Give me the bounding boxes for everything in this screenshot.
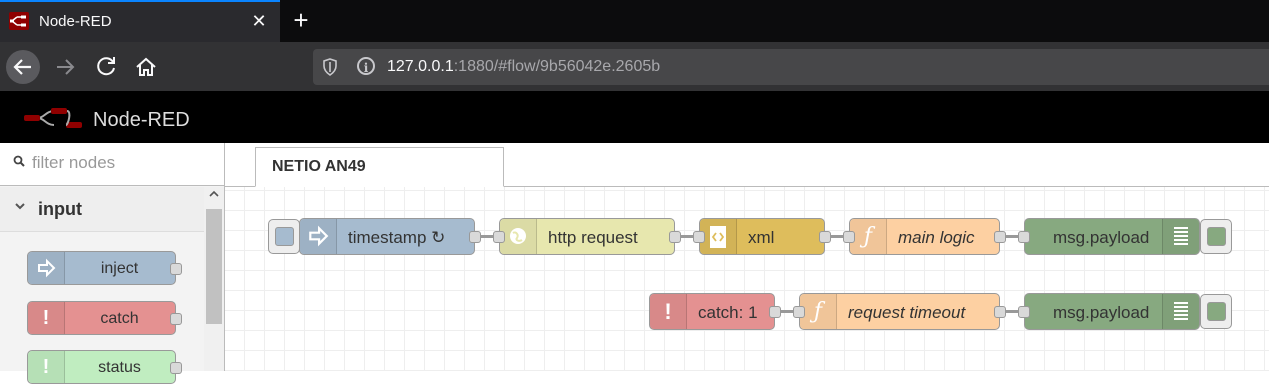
back-icon[interactable] — [6, 50, 40, 84]
node-main-logic[interactable]: ƒ main logic — [843, 218, 1006, 255]
node-red-logo-icon — [24, 108, 82, 128]
tab-netio-an49[interactable]: NETIO AN49 — [255, 147, 504, 187]
workspace-tabs: NETIO AN49 — [225, 143, 1269, 187]
filter-nodes-input[interactable] — [32, 153, 212, 173]
debug-toggle-inner — [1207, 302, 1226, 321]
arrow-in-icon — [300, 219, 337, 254]
chevron-down-icon — [14, 199, 26, 215]
tab-title: Node-RED — [39, 13, 112, 30]
input-port[interactable] — [1018, 306, 1030, 318]
forward-icon[interactable] — [49, 50, 83, 84]
exclamation-icon: ! — [28, 351, 65, 383]
node-catch[interactable]: ! catch: 1 — [649, 293, 781, 330]
node-red-header: Node-RED — [0, 91, 1269, 143]
palette-node-inject[interactable]: inject — [27, 251, 182, 285]
debug-list-icon — [1162, 294, 1199, 329]
arrow-in-icon — [28, 252, 65, 284]
output-port — [170, 362, 182, 374]
exclamation-icon: ! — [28, 302, 65, 334]
node-label: request timeout — [848, 303, 966, 322]
new-tab-icon[interactable]: + — [289, 6, 313, 34]
palette-node-label: catch — [100, 310, 139, 327]
url-text[interactable]: 127.0.0.1:1880/#flow/9b56042e.2605b — [387, 58, 660, 76]
xml-icon — [700, 219, 737, 254]
debug-list-icon — [1162, 219, 1199, 254]
output-port[interactable] — [769, 306, 781, 318]
reload-icon[interactable] — [89, 50, 123, 84]
node-palette: input inject ! catch ! status — [0, 143, 225, 384]
node-request-timeout[interactable]: ƒ request timeout — [793, 293, 1006, 330]
input-port[interactable] — [843, 231, 855, 243]
input-port[interactable] — [493, 231, 505, 243]
node-label: msg.payload — [1053, 303, 1150, 322]
palette-node-label: status — [98, 359, 141, 376]
output-port[interactable] — [669, 231, 681, 243]
flow-canvas[interactable]: timestamp ↻ http request xml ƒ main logi… — [225, 187, 1269, 371]
node-timestamp[interactable]: timestamp ↻ — [299, 218, 481, 255]
browser-tab[interactable]: Node-RED ✕ — [0, 0, 280, 42]
output-port[interactable] — [469, 231, 481, 243]
flow-tab-label: NETIO AN49 — [272, 158, 366, 175]
info-icon[interactable]: i — [357, 57, 375, 75]
node-label: timestamp ↻ — [348, 228, 446, 247]
scroll-thumb[interactable] — [206, 209, 222, 324]
inject-trigger-inner — [275, 227, 294, 246]
node-label: http request — [548, 228, 638, 247]
scroll-up-icon[interactable] — [208, 189, 220, 202]
output-port — [170, 263, 182, 275]
close-tab-icon[interactable]: ✕ — [249, 10, 269, 32]
function-icon: ƒ — [850, 219, 887, 254]
palette-category-input[interactable]: input — [0, 187, 204, 232]
app-title: Node-RED — [93, 109, 190, 131]
palette-node-label: inject — [100, 260, 139, 277]
inject-trigger-button[interactable] — [268, 219, 300, 254]
shield-icon[interactable] — [322, 58, 338, 76]
output-port[interactable] — [994, 231, 1006, 243]
palette-filter — [0, 143, 224, 186]
browser-tabbar: Node-RED ✕ + — [0, 0, 1269, 42]
node-label: xml — [748, 228, 775, 247]
home-icon[interactable] — [129, 50, 163, 84]
debug-toggle-inner — [1207, 227, 1226, 246]
input-port[interactable] — [693, 231, 705, 243]
url-bar[interactable]: i 127.0.0.1:1880/#flow/9b56042e.2605b — [313, 49, 1269, 85]
node-msg-payload-2[interactable]: msg.payload — [1018, 293, 1200, 330]
url-host: 127.0.0.1 — [387, 58, 454, 75]
node-http-request[interactable]: http request — [493, 218, 681, 255]
output-port[interactable] — [819, 231, 831, 243]
debug-toggle-button[interactable] — [1200, 219, 1232, 254]
search-icon — [13, 155, 25, 170]
node-xml[interactable]: xml — [693, 218, 831, 255]
node-label: msg.payload — [1053, 228, 1150, 247]
palette-node-status[interactable]: ! status — [27, 350, 182, 384]
node-msg-payload[interactable]: msg.payload — [1018, 218, 1200, 255]
palette-scrollbar[interactable] — [204, 187, 224, 371]
input-port[interactable] — [793, 306, 805, 318]
browser-navbar: i 127.0.0.1:1880/#flow/9b56042e.2605b — [0, 42, 1269, 91]
url-path: :1880/#flow/9b56042e.2605b — [453, 58, 661, 75]
node-label: catch: 1 — [698, 303, 758, 322]
input-port[interactable] — [1018, 231, 1030, 243]
palette-node-catch[interactable]: ! catch — [27, 301, 182, 335]
debug-toggle-button[interactable] — [1200, 294, 1232, 329]
exclamation-icon: ! — [650, 294, 687, 329]
output-port[interactable] — [994, 306, 1006, 318]
node-label: main logic — [898, 228, 975, 247]
category-label: input — [38, 199, 82, 219]
node-red-favicon-icon — [9, 12, 29, 30]
output-port — [170, 313, 182, 325]
globe-icon — [500, 219, 537, 254]
function-icon: ƒ — [800, 294, 837, 329]
